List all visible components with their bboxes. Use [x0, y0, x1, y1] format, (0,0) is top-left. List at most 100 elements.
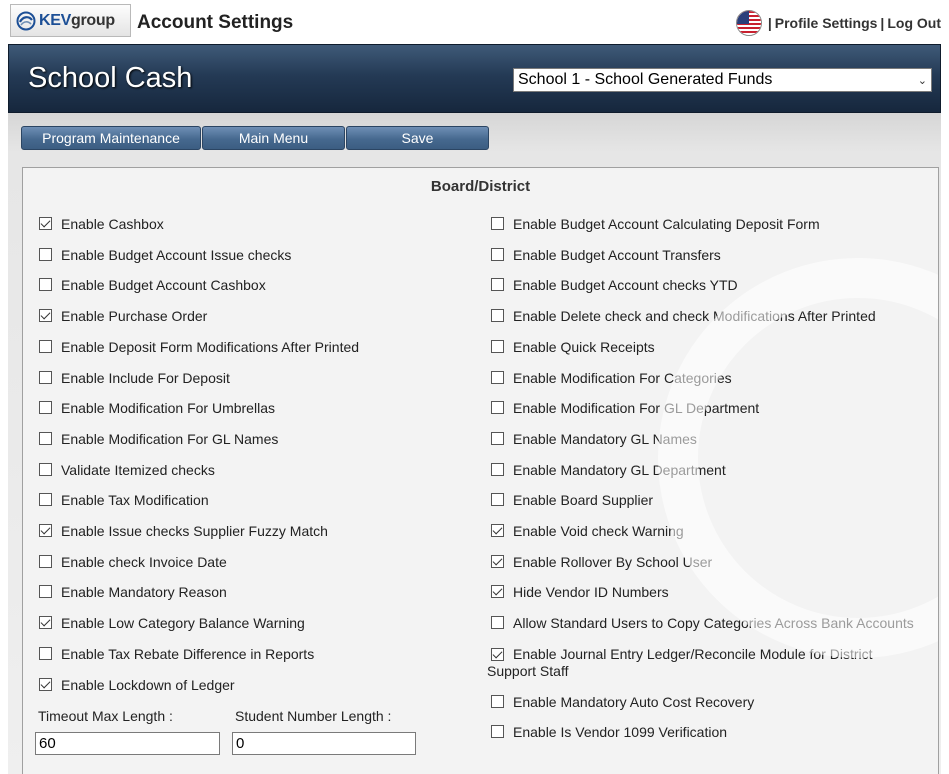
option-checkbox[interactable]: [39, 524, 52, 537]
option-label: Enable Mandatory Auto Cost Recovery: [513, 694, 755, 710]
option-checkbox[interactable]: [491, 463, 504, 476]
option-row[interactable]: Enable Void check Warning: [491, 523, 684, 540]
option-row[interactable]: Enable Delete check and check Modificati…: [491, 308, 876, 325]
option-checkbox[interactable]: [491, 309, 504, 322]
option-row[interactable]: Enable Modification For GL Department: [491, 400, 759, 417]
us-flag-icon[interactable]: [735, 10, 762, 36]
profile-settings-link[interactable]: Profile Settings: [775, 15, 878, 31]
logo-text-group: group: [71, 11, 115, 29]
option-label: Enable Low Category Balance Warning: [61, 615, 305, 631]
option-checkbox[interactable]: [491, 493, 504, 506]
student-number-length-input[interactable]: [232, 732, 416, 755]
main-menu-button[interactable]: Main Menu: [202, 126, 345, 150]
option-checkbox[interactable]: [491, 340, 504, 353]
program-maintenance-button[interactable]: Program Maintenance: [21, 126, 201, 150]
option-row[interactable]: Enable Tax Rebate Difference in Reports: [39, 646, 314, 663]
option-row[interactable]: Enable Modification For GL Names: [39, 431, 278, 448]
option-checkbox[interactable]: [491, 248, 504, 261]
option-checkbox[interactable]: [491, 371, 504, 384]
option-label: Enable Modification For Categories: [513, 370, 732, 386]
option-checkbox[interactable]: [491, 616, 504, 629]
option-row[interactable]: Enable Journal Entry Ledger/Reconcile Mo…: [487, 646, 907, 680]
option-checkbox[interactable]: [39, 616, 52, 629]
option-row[interactable]: Enable Cashbox: [39, 216, 164, 233]
option-checkbox[interactable]: [39, 340, 52, 353]
separator: |: [880, 15, 885, 31]
student-number-length-label: Student Number Length :: [235, 708, 392, 724]
option-row[interactable]: Enable Purchase Order: [39, 308, 207, 325]
option-checkbox[interactable]: [39, 217, 52, 230]
option-row[interactable]: Enable Rollover By School User: [491, 554, 712, 571]
option-row[interactable]: Allow Standard Users to Copy Categories …: [491, 615, 914, 632]
option-checkbox[interactable]: [39, 401, 52, 414]
option-row[interactable]: Enable Board Supplier: [491, 492, 653, 509]
option-row[interactable]: Enable Lockdown of Ledger: [39, 677, 235, 694]
option-row[interactable]: Enable Quick Receipts: [491, 339, 655, 356]
option-label: Enable Tax Rebate Difference in Reports: [61, 646, 315, 662]
school-select[interactable]: School 1 - School Generated Funds ⌄: [513, 68, 932, 92]
option-checkbox[interactable]: [39, 309, 52, 322]
log-out-link[interactable]: Log Out: [887, 15, 941, 31]
option-checkbox[interactable]: [39, 432, 52, 445]
option-row[interactable]: Enable Mandatory GL Department: [491, 462, 726, 479]
option-checkbox[interactable]: [39, 278, 52, 291]
logo-text-kev: KEV: [39, 11, 71, 29]
option-row[interactable]: Enable Modification For Umbrellas: [39, 400, 275, 417]
option-checkbox[interactable]: [39, 585, 52, 598]
option-checkbox[interactable]: [491, 401, 504, 414]
option-checkbox[interactable]: [491, 432, 504, 445]
option-checkbox[interactable]: [491, 648, 504, 661]
option-label: Enable Mandatory GL Department: [513, 462, 726, 478]
option-label: Enable Is Vendor 1099 Verification: [513, 724, 728, 740]
option-row[interactable]: Enable Issue checks Supplier Fuzzy Match: [39, 523, 328, 540]
option-checkbox[interactable]: [491, 555, 504, 568]
option-row[interactable]: Enable Budget Account Cashbox: [39, 277, 266, 294]
option-checkbox[interactable]: [491, 278, 504, 291]
option-checkbox[interactable]: [39, 647, 52, 660]
option-row[interactable]: Enable Deposit Form Modifications After …: [39, 339, 359, 356]
option-row[interactable]: Validate Itemized checks: [39, 462, 215, 479]
header-banner: School Cash School 1 - School Generated …: [8, 44, 941, 113]
option-row[interactable]: Enable Mandatory Reason: [39, 584, 227, 601]
option-label: Enable Cashbox: [61, 216, 164, 232]
option-row[interactable]: Enable Budget Account Transfers: [491, 247, 721, 264]
option-row[interactable]: Enable Include For Deposit: [39, 370, 230, 387]
option-label: Enable Lockdown of Ledger: [61, 677, 235, 693]
toolbar: Program Maintenance Main Menu Save: [21, 126, 490, 150]
timeout-max-length-input[interactable]: [35, 732, 220, 755]
separator: |: [767, 15, 772, 31]
option-checkbox[interactable]: [491, 695, 504, 708]
option-row[interactable]: Enable Tax Modification: [39, 492, 209, 509]
option-label: Enable Rollover By School User: [513, 554, 713, 570]
option-checkbox[interactable]: [39, 493, 52, 506]
option-row[interactable]: Enable Is Vendor 1099 Verification: [491, 724, 727, 741]
option-checkbox[interactable]: [39, 555, 52, 568]
option-label: Enable Delete check and check Modificati…: [513, 308, 876, 324]
option-row[interactable]: Enable Budget Account Issue checks: [39, 247, 291, 264]
top-bar: KEVgroup Account Settings | Profile Sett…: [0, 0, 949, 44]
option-label: Enable Modification For GL Department: [513, 400, 760, 416]
option-row[interactable]: Enable Low Category Balance Warning: [39, 615, 305, 632]
option-row[interactable]: Enable Modification For Categories: [491, 370, 732, 387]
option-checkbox[interactable]: [491, 725, 504, 738]
option-row[interactable]: Enable check Invoice Date: [39, 554, 227, 571]
option-checkbox[interactable]: [491, 585, 504, 598]
option-checkbox[interactable]: [39, 248, 52, 261]
option-checkbox[interactable]: [491, 524, 504, 537]
timeout-max-length-label: Timeout Max Length :: [38, 708, 173, 724]
option-row[interactable]: Hide Vendor ID Numbers: [491, 584, 669, 601]
option-row[interactable]: Enable Budget Account Calculating Deposi…: [491, 216, 820, 233]
option-checkbox[interactable]: [491, 217, 504, 230]
option-label: Enable Quick Receipts: [513, 339, 655, 355]
option-checkbox[interactable]: [39, 371, 52, 384]
option-checkbox[interactable]: [39, 463, 52, 476]
option-label: Enable Purchase Order: [61, 308, 208, 324]
option-row[interactable]: Enable Mandatory GL Names: [491, 431, 697, 448]
save-button[interactable]: Save: [346, 126, 489, 150]
option-row[interactable]: Enable Budget Account checks YTD: [491, 277, 738, 294]
kevgroup-logo[interactable]: KEVgroup: [10, 4, 131, 37]
option-row[interactable]: Enable Mandatory Auto Cost Recovery: [491, 694, 754, 711]
option-checkbox[interactable]: [39, 678, 52, 691]
option-label: Enable Tax Modification: [61, 492, 209, 508]
option-label: Enable Budget Account Transfers: [513, 247, 721, 263]
